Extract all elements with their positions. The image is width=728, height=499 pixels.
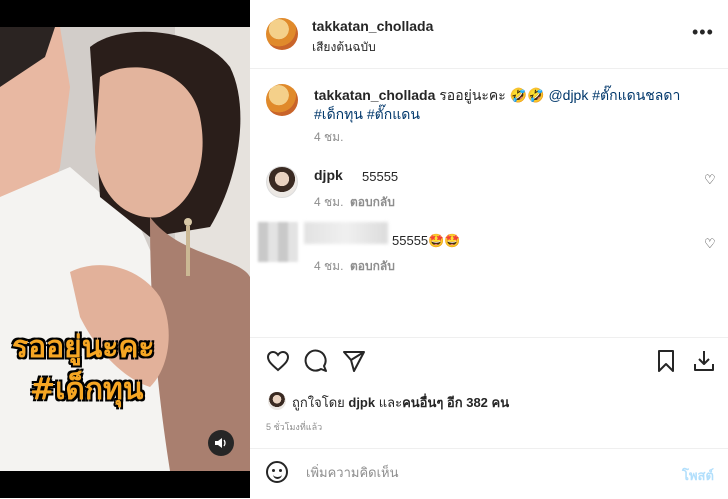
post-time-ago[interactable]: 5 ชั่วโมงที่แล้ว (266, 420, 322, 434)
caption-hashtag[interactable]: #ตั๊กแดนชลดา (592, 87, 680, 103)
bookmark-icon[interactable] (654, 349, 678, 378)
video-overlay-text-line1: รออยู่นะคะ (12, 330, 155, 365)
caption-mention[interactable]: @djpk (548, 87, 588, 103)
original-audio-link[interactable]: เสียงต้นฉบับ (312, 38, 376, 57)
heart-outline-icon[interactable] (266, 349, 290, 378)
likes-user[interactable]: djpk (348, 395, 375, 410)
author-username[interactable]: takkatan_chollada (312, 18, 433, 34)
caption-text: รออยู่นะคะ 🤣🤣 (439, 87, 545, 103)
author-avatar[interactable] (266, 18, 298, 50)
caption-hashtag[interactable]: #ตั๊กแดน (367, 106, 420, 122)
reply-button[interactable]: ตอบกลับ (350, 193, 395, 212)
comment-timestamp[interactable]: 4 ชม. (314, 193, 343, 212)
caption-timestamp[interactable]: 4 ชม. (314, 128, 343, 147)
likes-others[interactable]: คนอื่นๆ อีก 382 คน (402, 395, 509, 410)
add-comment-bar: โพสต์ (250, 448, 728, 499)
video-frame[interactable]: รออยู่นะคะ #เด็กทุน (0, 27, 250, 471)
liker-avatar[interactable] (268, 392, 286, 410)
comment-timestamp[interactable]: 4 ชม. (314, 257, 343, 276)
comment-username[interactable]: djpk (314, 167, 343, 183)
caption-author-avatar[interactable] (266, 84, 298, 116)
paper-plane-icon[interactable] (342, 349, 366, 378)
comment-text: 55555 (362, 169, 399, 184)
comment-like-icon[interactable]: ♡ (704, 172, 716, 188)
comment-input[interactable] (304, 464, 628, 481)
caption-username[interactable]: takkatan_chollada (314, 87, 435, 103)
likes-prefix: ถูกใจโดย (292, 395, 345, 410)
more-horizontal-icon[interactable]: ••• (692, 22, 714, 43)
likes-middle: และ (378, 395, 403, 410)
comment-avatar-blurred (258, 222, 298, 262)
comment-avatar[interactable] (266, 166, 298, 198)
post-comment-button[interactable]: โพสต์ (682, 465, 714, 486)
comment-bubble-icon[interactable] (304, 349, 328, 378)
download-icon[interactable] (692, 349, 716, 378)
emoji-smile-icon[interactable] (266, 461, 288, 483)
post-caption: takkatan_chollada รออยู่นะคะ 🤣🤣 @djpk #ต… (314, 86, 704, 124)
reply-button[interactable]: ตอบกลับ (350, 257, 395, 276)
post-media[interactable]: รออยู่นะคะ #เด็กทุน (0, 0, 250, 498)
caption-hashtag[interactable]: #เด็กทุน (314, 106, 363, 122)
comment-text: 55555🤩🤩 (392, 233, 461, 248)
comment-username-blurred (304, 222, 388, 244)
likes-summary[interactable]: ถูกใจโดย djpk และคนอื่นๆ อีก 382 คน (292, 392, 509, 413)
post-details-panel: takkatan_chollada เสียงต้นฉบับ ••• takka… (250, 0, 728, 498)
speaker-icon[interactable] (208, 430, 234, 456)
video-overlay-text-line2: #เด็กทุน (30, 372, 144, 407)
post-header: takkatan_chollada เสียงต้นฉบับ ••• (250, 0, 728, 69)
comment-like-icon[interactable]: ♡ (704, 236, 716, 252)
